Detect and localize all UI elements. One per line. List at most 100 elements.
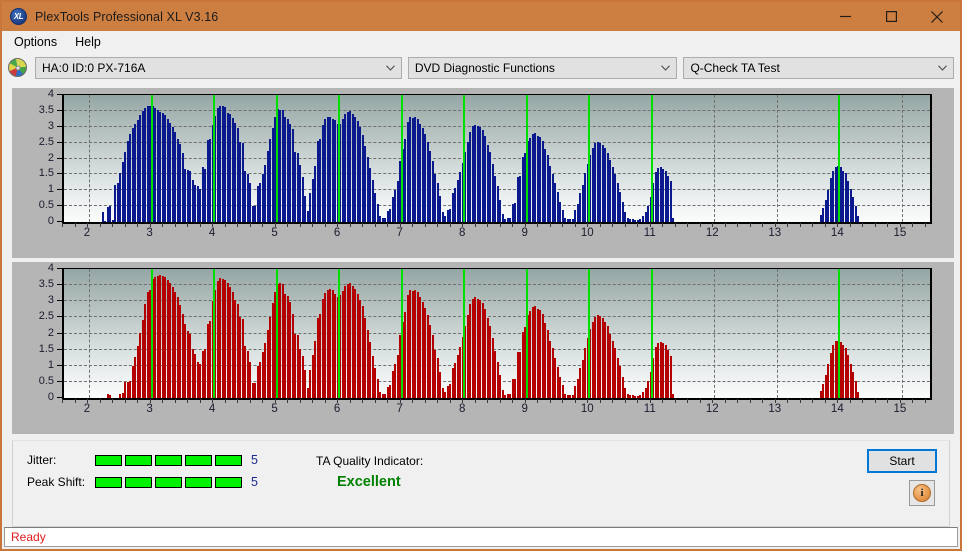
x-axis-tick <box>637 223 639 227</box>
charts-area: 0 0.5 1 1.5 2 2.5 3 3.5 4 2 3 4 5 6 7 8 9 10 11 12 13 14 15 0… <box>2 82 960 438</box>
y-axis-tick <box>57 332 62 334</box>
y-axis-label: 1 <box>47 183 54 196</box>
x-axis-tick <box>674 223 676 227</box>
x-axis-tick <box>662 399 664 403</box>
x-axis-tick <box>687 399 689 403</box>
x-axis-tick <box>537 223 539 227</box>
meter-segment <box>185 454 212 466</box>
marker-line <box>275 95 278 222</box>
marker-line <box>588 269 591 398</box>
x-axis-tick <box>99 223 101 227</box>
x-axis-label: 5 <box>271 403 278 415</box>
x-axis-tick <box>649 223 651 227</box>
y-axis-label: 1.5 <box>38 167 54 180</box>
x-axis-tick <box>712 223 714 227</box>
close-icon[interactable] <box>914 2 960 31</box>
x-axis-tick <box>312 399 314 403</box>
menu-item-help[interactable]: Help <box>70 33 110 51</box>
y-axis-tick <box>57 300 62 302</box>
peak-shift-value: 5 <box>251 475 258 489</box>
y-axis-tick <box>57 380 62 382</box>
x-axis-tick <box>774 223 776 227</box>
status-bar: Ready <box>4 527 958 547</box>
gridline-vertical <box>901 95 903 222</box>
x-axis-tick <box>874 399 876 403</box>
x-axis-tick <box>199 399 201 403</box>
x-axis-tick <box>374 223 376 227</box>
jitter-chart-plot <box>62 94 932 224</box>
x-axis-tick <box>324 223 326 227</box>
x-axis-tick <box>899 223 901 227</box>
x-axis-tick <box>349 399 351 403</box>
drive-select[interactable]: HA:0 ID:0 PX-716A <box>35 56 402 79</box>
function-select[interactable]: DVD Diagnostic Functions <box>407 56 678 79</box>
x-axis-tick <box>762 223 764 227</box>
x-axis-tick <box>312 223 314 227</box>
marker-line <box>150 269 153 398</box>
chevron-down-icon <box>657 64 674 71</box>
x-axis-tick <box>499 399 501 403</box>
x-axis-tick <box>424 223 426 227</box>
x-axis-tick <box>362 399 364 403</box>
x-axis-tick <box>337 223 339 227</box>
marker-line <box>275 269 278 398</box>
x-axis-tick <box>587 399 589 403</box>
marker-line <box>838 95 841 222</box>
test-select[interactable]: Q-Check TA Test <box>683 56 954 79</box>
ta-quality-value: Excellent <box>337 474 401 490</box>
peak-shift-chart: 0 0.5 1 1.5 2 2.5 3 3.5 4 2 3 4 5 6 7 8 9 10 11 12 13 14 15 <box>12 262 954 434</box>
x-axis-tick <box>899 399 901 403</box>
x-axis-tick <box>562 223 564 227</box>
x-axis-tick <box>699 223 701 227</box>
x-axis-tick <box>637 399 639 403</box>
gridline-horizontal <box>64 284 930 286</box>
menu-item-options[interactable]: Options <box>9 33 66 51</box>
x-axis-tick <box>162 223 164 227</box>
gridline-vertical <box>89 95 90 222</box>
x-axis-tick <box>574 399 576 403</box>
jitter-value: 5 <box>251 453 258 467</box>
y-axis-tick <box>57 205 62 207</box>
marker-line <box>463 269 466 398</box>
x-axis-label: 15 <box>893 227 907 239</box>
start-button[interactable]: Start <box>867 449 937 473</box>
y-axis-label: 2 <box>47 151 54 164</box>
x-axis-tick <box>174 399 176 403</box>
x-axis-tick <box>212 399 214 403</box>
peak-shift-chart-x-axis: 2 3 4 5 6 7 8 9 10 11 12 13 14 15 <box>12 403 954 427</box>
toolbar: HA:0 ID:0 PX-716A DVD Diagnostic Functio… <box>2 53 960 82</box>
x-axis-label: 7 <box>396 403 403 415</box>
y-axis-tick <box>57 94 62 95</box>
chart-bar <box>672 394 674 398</box>
x-axis-tick <box>437 399 439 403</box>
window-title: PlexTools Professional XL V3.16 <box>35 9 219 24</box>
x-axis-tick <box>74 223 76 227</box>
x-axis-tick <box>699 399 701 403</box>
x-axis-tick <box>749 223 751 227</box>
x-axis-label: 7 <box>396 227 403 239</box>
x-axis-tick <box>849 223 851 227</box>
gridline-vertical <box>89 269 90 398</box>
minimize-icon[interactable] <box>822 2 868 31</box>
x-axis-tick <box>599 399 601 403</box>
x-axis-tick <box>624 399 626 403</box>
x-axis-tick <box>62 399 63 403</box>
x-axis-tick <box>74 399 76 403</box>
marker-line <box>338 95 341 222</box>
y-axis-label: 2.5 <box>38 310 54 323</box>
y-axis-label: 4 <box>47 88 54 100</box>
y-axis-label: 0.5 <box>38 374 54 387</box>
x-axis-label: 8 <box>458 403 466 415</box>
peak-shift-label: Peak Shift: <box>27 475 86 489</box>
x-axis-tick <box>924 223 926 227</box>
y-axis-tick <box>57 125 62 127</box>
meter-segment <box>185 476 212 488</box>
marker-line <box>525 269 528 398</box>
x-axis-label: 4 <box>208 227 216 239</box>
x-axis-tick <box>462 399 464 403</box>
x-axis-tick <box>812 223 814 227</box>
x-axis-tick <box>399 223 401 227</box>
info-button[interactable]: i <box>909 480 935 506</box>
peak-shift-meter-bars <box>95 476 242 488</box>
maximize-icon[interactable] <box>868 2 914 31</box>
